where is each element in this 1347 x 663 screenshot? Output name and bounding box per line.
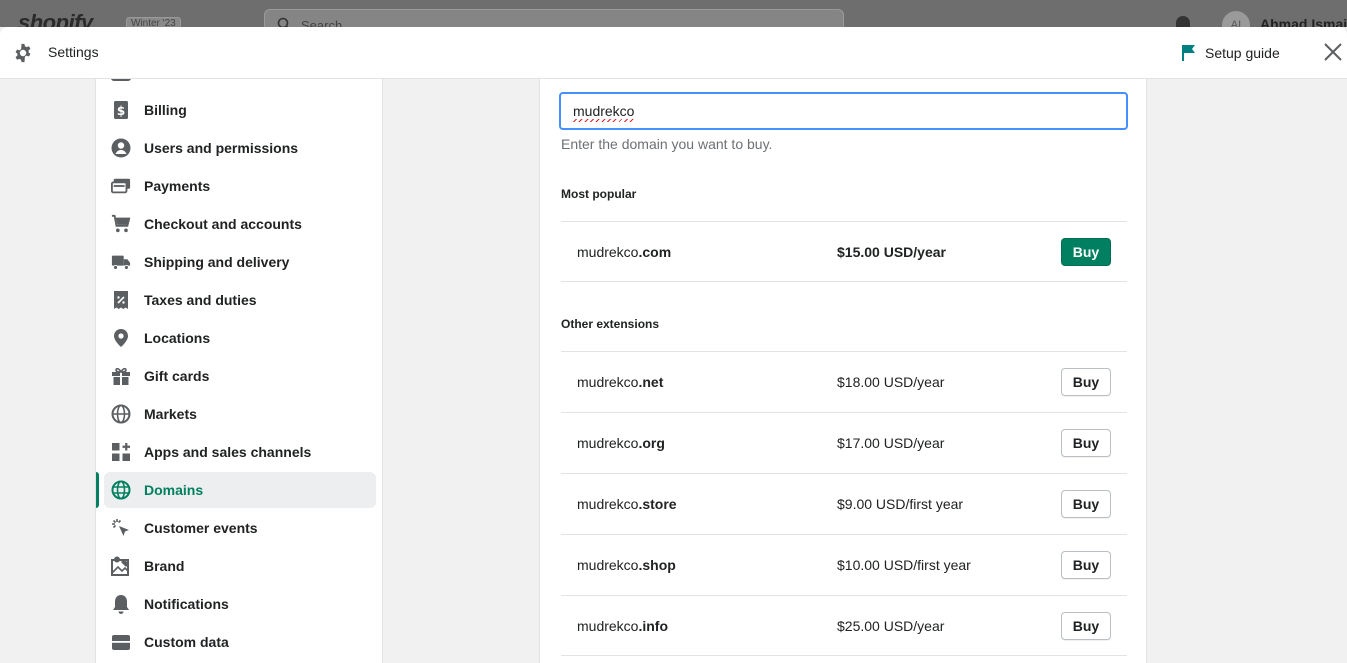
- notification-bell-icon: [1176, 16, 1190, 27]
- apps-icon: [111, 442, 131, 462]
- sidebar-item-markets[interactable]: Markets: [104, 396, 376, 432]
- domain-name: mudrekco.com: [577, 244, 672, 260]
- settings-sidebar: $ Billing Users and permissions Payments…: [95, 79, 383, 663]
- domain-row-com: mudrekco.com $15.00 USD/year Buy: [561, 221, 1127, 282]
- buy-button[interactable]: Buy: [1061, 551, 1111, 579]
- sidebar-item-brand[interactable]: Brand: [104, 548, 376, 584]
- active-indicator: [96, 472, 99, 508]
- sidebar-item-checkout[interactable]: Checkout and accounts: [104, 206, 376, 242]
- sidebar-item-label: Notifications: [144, 596, 229, 612]
- gear-icon: [15, 43, 31, 63]
- setup-guide-button[interactable]: Setup guide: [1181, 42, 1280, 64]
- admin-search: Search: [264, 9, 844, 27]
- user-icon: [111, 138, 131, 158]
- sidebar-item-label: Gift cards: [144, 368, 210, 384]
- sidebar-item-label: Taxes and duties: [144, 292, 257, 308]
- sidebar-item-payments[interactable]: Payments: [104, 168, 376, 204]
- page-title: Settings: [48, 44, 99, 60]
- sidebar-item-taxes[interactable]: Taxes and duties: [104, 282, 376, 318]
- user-name: Ahmad Ismail: [1260, 16, 1347, 27]
- tax-icon: [111, 290, 131, 310]
- buy-button[interactable]: Buy: [1061, 490, 1111, 518]
- other-extensions-title: Other extensions: [561, 317, 660, 331]
- truck-icon: [111, 252, 131, 272]
- cursor-click-icon: [111, 518, 131, 538]
- sidebar-item-domains[interactable]: Domains: [96, 472, 376, 508]
- sidebar-item-label: Users and permissions: [144, 140, 299, 156]
- sidebar-item-apps[interactable]: Apps and sales channels: [104, 434, 376, 470]
- settings-modal: Settings Setup guide $ Billing Users and…: [0, 27, 1347, 663]
- domain-globe-icon: [111, 480, 131, 500]
- sidebar-item-billing[interactable]: $ Billing: [104, 92, 376, 128]
- domain-row-shop: mudrekco.shop $10.00 USD/first year Buy: [561, 534, 1127, 595]
- custom-data-icon: [111, 632, 131, 652]
- version-badge: Winter '23: [126, 17, 181, 27]
- bell-icon: [111, 594, 131, 614]
- buy-button[interactable]: Buy: [1061, 238, 1111, 266]
- sidebar-item-label: Locations: [144, 330, 211, 346]
- domain-name: mudrekco.org: [577, 435, 665, 451]
- domain-price: $25.00 USD/year: [837, 618, 945, 634]
- buy-button[interactable]: Buy: [1061, 429, 1111, 457]
- cart-icon: [111, 214, 131, 234]
- gift-icon: [111, 366, 131, 386]
- shopify-logo: shopify: [18, 10, 93, 27]
- domain-input-wrapper: [559, 92, 1128, 130]
- sidebar-item-label: Checkout and accounts: [144, 216, 302, 232]
- payments-icon: [111, 176, 131, 196]
- domain-price: $9.00 USD/first year: [837, 496, 964, 512]
- buy-button[interactable]: Buy: [1061, 368, 1111, 396]
- settings-header: Settings Setup guide: [0, 27, 1347, 79]
- flag-icon: [1182, 45, 1195, 61]
- domain-name: mudrekco.net: [577, 374, 664, 390]
- domain-price: $18.00 USD/year: [837, 374, 945, 390]
- sidebar-item-label: Apps and sales channels: [144, 444, 312, 460]
- domain-row-org: mudrekco.org $17.00 USD/year Buy: [561, 412, 1127, 473]
- close-icon[interactable]: [1322, 41, 1344, 63]
- sidebar-item-label: Brand: [144, 558, 185, 574]
- sidebar-item-label: Domains: [144, 482, 204, 498]
- location-pin-icon: [111, 328, 131, 348]
- domain-price: $10.00 USD/first year: [837, 557, 971, 573]
- domain-row-net: mudrekco.net $18.00 USD/year Buy: [561, 351, 1127, 412]
- most-popular-title: Most popular: [561, 187, 637, 201]
- domain-search-input[interactable]: [559, 92, 1128, 130]
- search-placeholder: Search: [301, 18, 343, 27]
- domain-row-store: mudrekco.store $9.00 USD/first year Buy: [561, 473, 1127, 534]
- domain-price: $15.00 USD/year: [837, 244, 946, 260]
- sidebar-item-label: Custom data: [144, 634, 229, 650]
- buy-button[interactable]: Buy: [1061, 612, 1111, 640]
- svg-text:$: $: [117, 104, 125, 118]
- sidebar-item-label: Customer events: [144, 520, 258, 536]
- billing-icon: $: [111, 100, 131, 120]
- sidebar-item-customer-events[interactable]: Customer events: [104, 510, 376, 546]
- globe-icon: [111, 404, 131, 424]
- domain-help-text: Enter the domain you want to buy.: [561, 136, 773, 152]
- search-icon: [277, 17, 289, 27]
- domain-row-info: mudrekco.info $25.00 USD/year Buy: [561, 595, 1127, 656]
- sidebar-item-gift-cards[interactable]: Gift cards: [104, 358, 376, 394]
- domain-search-card: Enter the domain you want to buy. Most p…: [539, 79, 1147, 663]
- admin-topbar: shopify Winter '23 Search AI Ahmad Ismai…: [0, 0, 1347, 27]
- sidebar-item-users[interactable]: Users and permissions: [104, 130, 376, 166]
- sidebar-item-label: Payments: [144, 178, 211, 194]
- setup-guide-label: Setup guide: [1205, 45, 1280, 61]
- avatar: AI: [1222, 11, 1250, 27]
- sidebar-item-label: Billing: [144, 102, 187, 118]
- sidebar-item-locations[interactable]: Locations: [104, 320, 376, 356]
- domain-name: mudrekco.store: [577, 496, 677, 512]
- store-details-icon: [111, 79, 131, 81]
- brand-icon: [111, 556, 131, 576]
- sidebar-item-label: Markets: [144, 406, 197, 422]
- spellcheck-underline: [573, 119, 635, 122]
- domain-name: mudrekco.info: [577, 618, 669, 634]
- domain-name: mudrekco.shop: [577, 557, 676, 573]
- sidebar-item-shipping[interactable]: Shipping and delivery: [104, 244, 376, 280]
- sidebar-item-label: Shipping and delivery: [144, 254, 290, 270]
- sidebar-item-custom-data[interactable]: Custom data: [104, 624, 376, 660]
- sidebar-item-notifications[interactable]: Notifications: [104, 586, 376, 622]
- domain-price: $17.00 USD/year: [837, 435, 945, 451]
